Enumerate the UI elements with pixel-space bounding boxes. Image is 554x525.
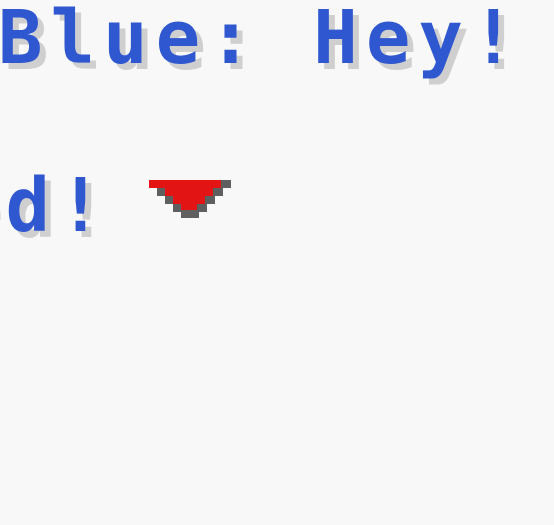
dialog-text-line-2: ed!	[0, 163, 111, 249]
dialog-box: Blue: Hey! R ed!	[0, 0, 554, 525]
continue-arrow-icon[interactable]	[149, 180, 231, 218]
dialog-text-line-1: Blue: Hey! R	[0, 0, 524, 81]
